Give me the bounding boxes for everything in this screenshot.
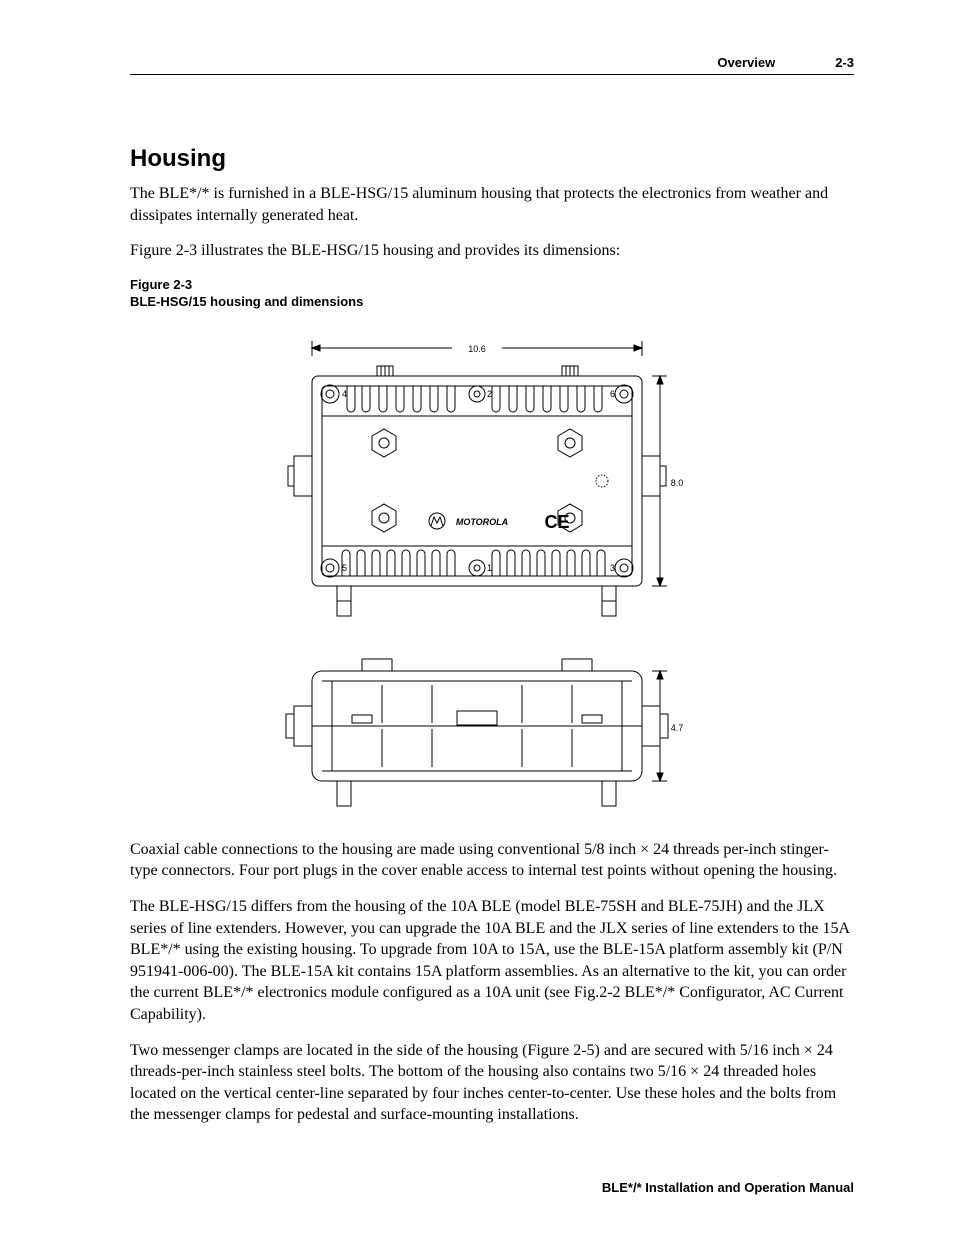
header-page-number: 2-3 (835, 55, 854, 70)
body-paragraph: The BLE*/* is furnished in a BLE-HSG/15 … (130, 183, 854, 226)
corner-label-1: 1 (487, 563, 492, 573)
corner-label-4: 4 (342, 389, 347, 399)
dimension-depth: 4.7 (671, 723, 684, 733)
figure-label: Figure 2-3 BLE-HSG/15 housing and dimens… (130, 276, 854, 311)
corner-label-5: 5 (342, 563, 347, 573)
body-paragraph: Figure 2-3 illustrates the BLE-HSG/15 ho… (130, 240, 854, 262)
body-paragraph: The BLE-HSG/15 differs from the housing … (130, 896, 854, 1026)
figure-diagram: 10.6 4 2 6 5 1 (130, 321, 854, 821)
corner-label-3: 3 (610, 563, 615, 573)
page-content: Housing The BLE*/* is furnished in a BLE… (130, 145, 854, 1126)
dimension-width: 10.6 (468, 344, 486, 354)
brand-text: MOTOROLA (456, 517, 508, 527)
body-paragraph: Coaxial cable connections to the housing… (130, 839, 854, 882)
ce-mark: CE (544, 512, 569, 532)
header-section-title: Overview (717, 55, 775, 70)
document-page: Overview 2-3 Housing The BLE*/* is furni… (0, 0, 954, 1235)
housing-diagram-svg: 10.6 4 2 6 5 1 (282, 321, 702, 821)
body-paragraph: Two messenger clamps are located in the … (130, 1040, 854, 1126)
corner-label-6: 6 (610, 389, 615, 399)
figure-caption: BLE-HSG/15 housing and dimensions (130, 294, 363, 309)
footer-manual-title: BLE*/* Installation and Operation Manual (602, 1180, 854, 1195)
figure-number: Figure 2-3 (130, 277, 192, 292)
section-heading: Housing (130, 145, 854, 173)
page-footer: BLE*/* Installation and Operation Manual (602, 1180, 854, 1195)
corner-label-2: 2 (487, 389, 492, 399)
dimension-height: 8.0 (671, 478, 684, 488)
page-header: Overview 2-3 (130, 55, 854, 75)
